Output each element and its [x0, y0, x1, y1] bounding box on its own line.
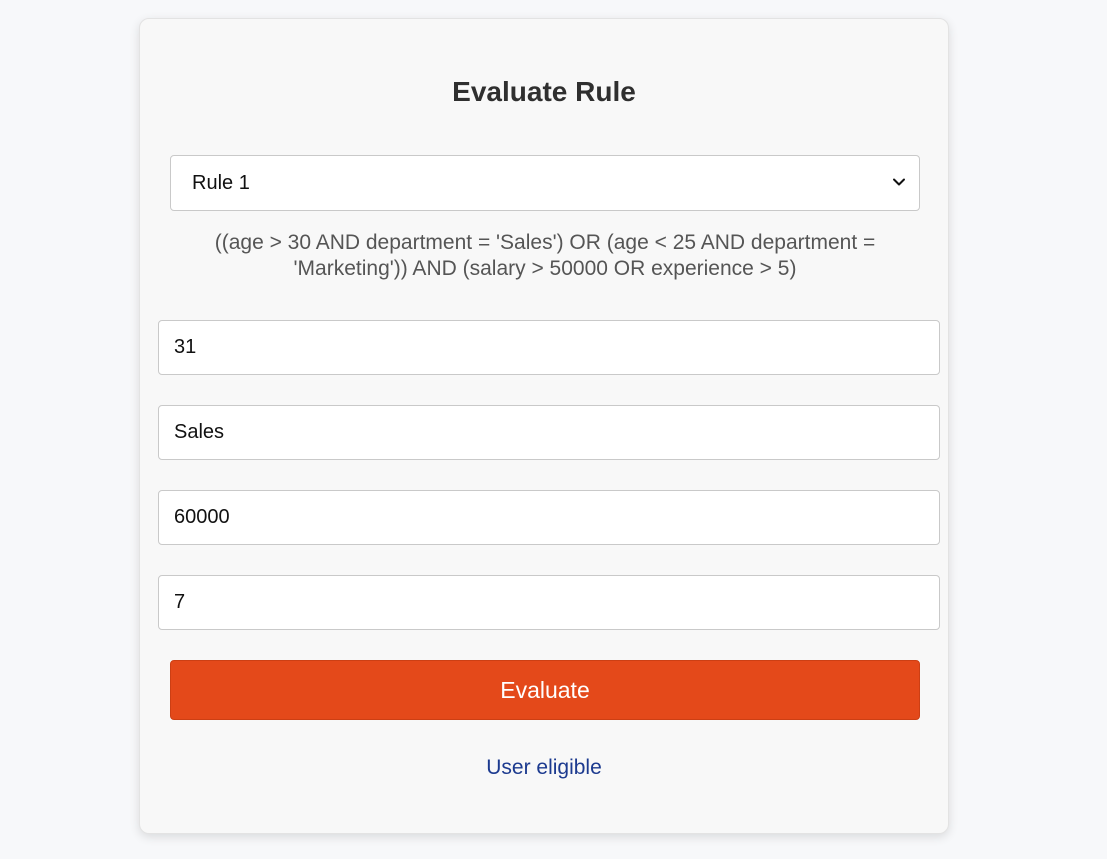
rule-select-value: Rule 1: [192, 172, 250, 194]
page-title: Evaluate Rule: [452, 76, 636, 107]
age-input[interactable]: [158, 320, 940, 375]
rule-select[interactable]: Rule 1: [170, 155, 920, 211]
chevron-down-icon: [893, 178, 905, 186]
evaluate-button[interactable]: Evaluate: [170, 660, 920, 720]
department-input[interactable]: [158, 405, 940, 460]
evaluate-rule-card: Evaluate Rule Rule 1 ((age > 30 AND depa…: [139, 18, 949, 834]
experience-input[interactable]: [158, 575, 940, 630]
salary-input[interactable]: [158, 490, 940, 545]
evaluation-result: User eligible: [486, 756, 602, 779]
rule-expression: ((age > 30 AND department = 'Sales') OR …: [214, 231, 876, 280]
